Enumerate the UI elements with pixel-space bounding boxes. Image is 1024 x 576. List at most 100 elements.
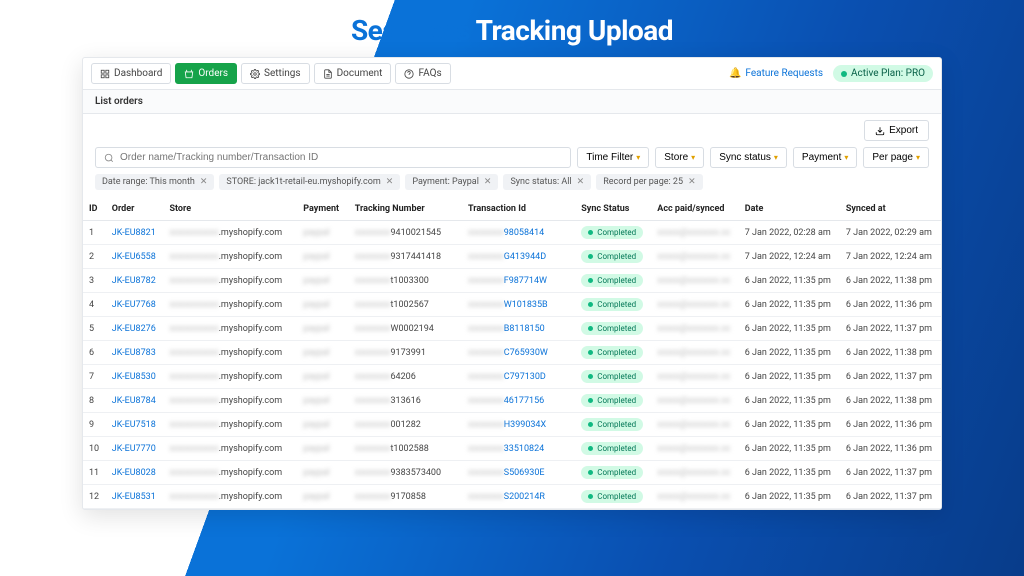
status-dot: [588, 422, 593, 427]
filter-sync[interactable]: Sync status▾: [710, 147, 787, 168]
cell-synced: 6 Jan 2022, 11:38 pm: [840, 341, 941, 365]
chevron-down-icon: ▾: [916, 153, 920, 162]
cell-order[interactable]: JK-EU8821: [106, 221, 164, 245]
cell-order[interactable]: JK-EU8784: [106, 389, 164, 413]
col-order: Order: [106, 198, 164, 221]
chip-remove-icon[interactable]: ✕: [386, 177, 394, 187]
cell-acc: xxxxx@xxxxxxx.xx: [651, 317, 738, 341]
filter-chip: STORE: jack1t-retail-eu.myshopify.com✕: [219, 174, 400, 190]
cell-acc: xxxxx@xxxxxxx.xx: [651, 269, 738, 293]
col-transaction: Transaction Id: [462, 198, 575, 221]
search-input[interactable]: [120, 152, 562, 163]
filter-perpage[interactable]: Per page▾: [863, 147, 929, 168]
cell-payment: paypal: [297, 437, 348, 461]
cell-tracking: xxxxxxxx9173991: [349, 341, 462, 365]
filter-store[interactable]: Store▾: [655, 147, 704, 168]
filter-payment[interactable]: Payment▾: [793, 147, 857, 168]
cell-transaction[interactable]: xxxxxxxxH399034X: [462, 413, 575, 437]
acc-blur: xxxxx@xxxxxxx.xx: [657, 300, 730, 310]
cell-payment: paypal: [297, 293, 348, 317]
txn-prefix-blur: xxxxxxxx: [468, 300, 504, 310]
cell-transaction[interactable]: xxxxxxxxF987714W: [462, 269, 575, 293]
cell-sync-status: Completed: [575, 485, 651, 509]
store-prefix-blur: xxxxxxxxxxx: [169, 420, 218, 430]
status-dot: [588, 446, 593, 451]
cell-order[interactable]: JK-EU7770: [106, 437, 164, 461]
cell-acc: xxxxx@xxxxxxx.xx: [651, 221, 738, 245]
cell-order[interactable]: JK-EU7518: [106, 413, 164, 437]
cell-date: 6 Jan 2022, 11:35 pm: [739, 437, 840, 461]
cell-transaction[interactable]: xxxxxxxx98058414: [462, 221, 575, 245]
chevron-down-icon: ▾: [636, 153, 640, 162]
search-icon: [104, 153, 114, 163]
tracking-prefix-blur: xxxxxxxx: [355, 276, 391, 286]
download-icon: [875, 126, 885, 136]
tab-settings[interactable]: Settings: [241, 63, 310, 84]
status-completed-badge: Completed: [581, 394, 643, 407]
cell-synced: 6 Jan 2022, 11:37 pm: [840, 365, 941, 389]
faqs-icon: [404, 69, 414, 79]
chip-remove-icon[interactable]: ✕: [200, 177, 208, 187]
tab-orders[interactable]: Orders: [175, 63, 237, 84]
table-row: 4 JK-EU7768 xxxxxxxxxxx.myshopify.com pa…: [83, 293, 941, 317]
cell-order[interactable]: JK-EU8531: [106, 485, 164, 509]
cell-order[interactable]: JK-EU7768: [106, 293, 164, 317]
cell-transaction[interactable]: xxxxxxxxB8118150: [462, 317, 575, 341]
cell-order[interactable]: JK-EU8028: [106, 461, 164, 485]
cell-sync-status: Completed: [575, 317, 651, 341]
filter-time[interactable]: Time Filter▾: [577, 147, 649, 168]
cell-synced: 7 Jan 2022, 12:24 am: [840, 245, 941, 269]
tab-dashboard[interactable]: Dashboard: [91, 63, 171, 84]
cell-store: xxxxxxxxxxx.myshopify.com: [163, 293, 297, 317]
tab-faqs[interactable]: FAQs: [395, 63, 450, 84]
tracking-prefix-blur: xxxxxxxx: [355, 420, 391, 430]
tracking-prefix-blur: xxxxxxxx: [355, 300, 391, 310]
cell-synced: 6 Jan 2022, 11:38 pm: [840, 269, 941, 293]
cell-transaction[interactable]: xxxxxxxxW101835B: [462, 293, 575, 317]
chevron-down-icon: ▾: [774, 153, 778, 162]
cell-tracking: xxxxxxxx64206: [349, 365, 462, 389]
cell-sync-status: Completed: [575, 413, 651, 437]
cell-transaction[interactable]: xxxxxxxxC797130D: [462, 365, 575, 389]
tracking-prefix-blur: xxxxxxxx: [355, 372, 391, 382]
cell-transaction[interactable]: xxxxxxxxG413944D: [462, 245, 575, 269]
status-dot: [588, 278, 593, 283]
store-prefix-blur: xxxxxxxxxxx: [169, 468, 218, 478]
tab-document[interactable]: Document: [314, 63, 392, 84]
txn-prefix-blur: xxxxxxxx: [468, 492, 504, 502]
filter-chip: Date range: This month✕: [95, 174, 214, 190]
cell-transaction[interactable]: xxxxxxxx46177156: [462, 389, 575, 413]
chip-remove-icon[interactable]: ✕: [484, 177, 492, 187]
acc-blur: xxxxx@xxxxxxx.xx: [657, 348, 730, 358]
status-dot: [588, 326, 593, 331]
cell-order[interactable]: JK-EU8530: [106, 365, 164, 389]
acc-blur: xxxxx@xxxxxxx.xx: [657, 372, 730, 382]
search-wrap[interactable]: [95, 147, 571, 168]
cell-acc: xxxxx@xxxxxxx.xx: [651, 365, 738, 389]
status-completed-badge: Completed: [581, 370, 643, 383]
cell-order[interactable]: JK-EU6558: [106, 245, 164, 269]
cell-sync-status: Completed: [575, 341, 651, 365]
cell-transaction[interactable]: xxxxxxxxS200214R: [462, 485, 575, 509]
chip-remove-icon[interactable]: ✕: [688, 177, 696, 187]
cell-payment: paypal: [297, 317, 348, 341]
feature-requests-link[interactable]: 🔔 Feature Requests: [729, 68, 823, 79]
payment-blur: paypal: [303, 324, 329, 334]
cell-date: 6 Jan 2022, 11:35 pm: [739, 461, 840, 485]
cell-order[interactable]: JK-EU8276: [106, 317, 164, 341]
cell-order[interactable]: JK-EU8783: [106, 341, 164, 365]
payment-blur: paypal: [303, 300, 329, 310]
acc-blur: xxxxx@xxxxxxx.xx: [657, 228, 730, 238]
chip-remove-icon[interactable]: ✕: [577, 177, 585, 187]
payment-blur: paypal: [303, 372, 329, 382]
status-completed-badge: Completed: [581, 274, 643, 287]
cell-order[interactable]: JK-EU8782: [106, 269, 164, 293]
cell-transaction[interactable]: xxxxxxxxS506930E: [462, 461, 575, 485]
cell-sync-status: Completed: [575, 437, 651, 461]
export-button[interactable]: Export: [864, 120, 929, 141]
tracking-prefix-blur: xxxxxxxx: [355, 492, 391, 502]
cell-transaction[interactable]: xxxxxxxx33510824: [462, 437, 575, 461]
cell-transaction[interactable]: xxxxxxxxC765930W: [462, 341, 575, 365]
cell-id: 1: [83, 221, 106, 245]
cell-store: xxxxxxxxxxx.myshopify.com: [163, 317, 297, 341]
